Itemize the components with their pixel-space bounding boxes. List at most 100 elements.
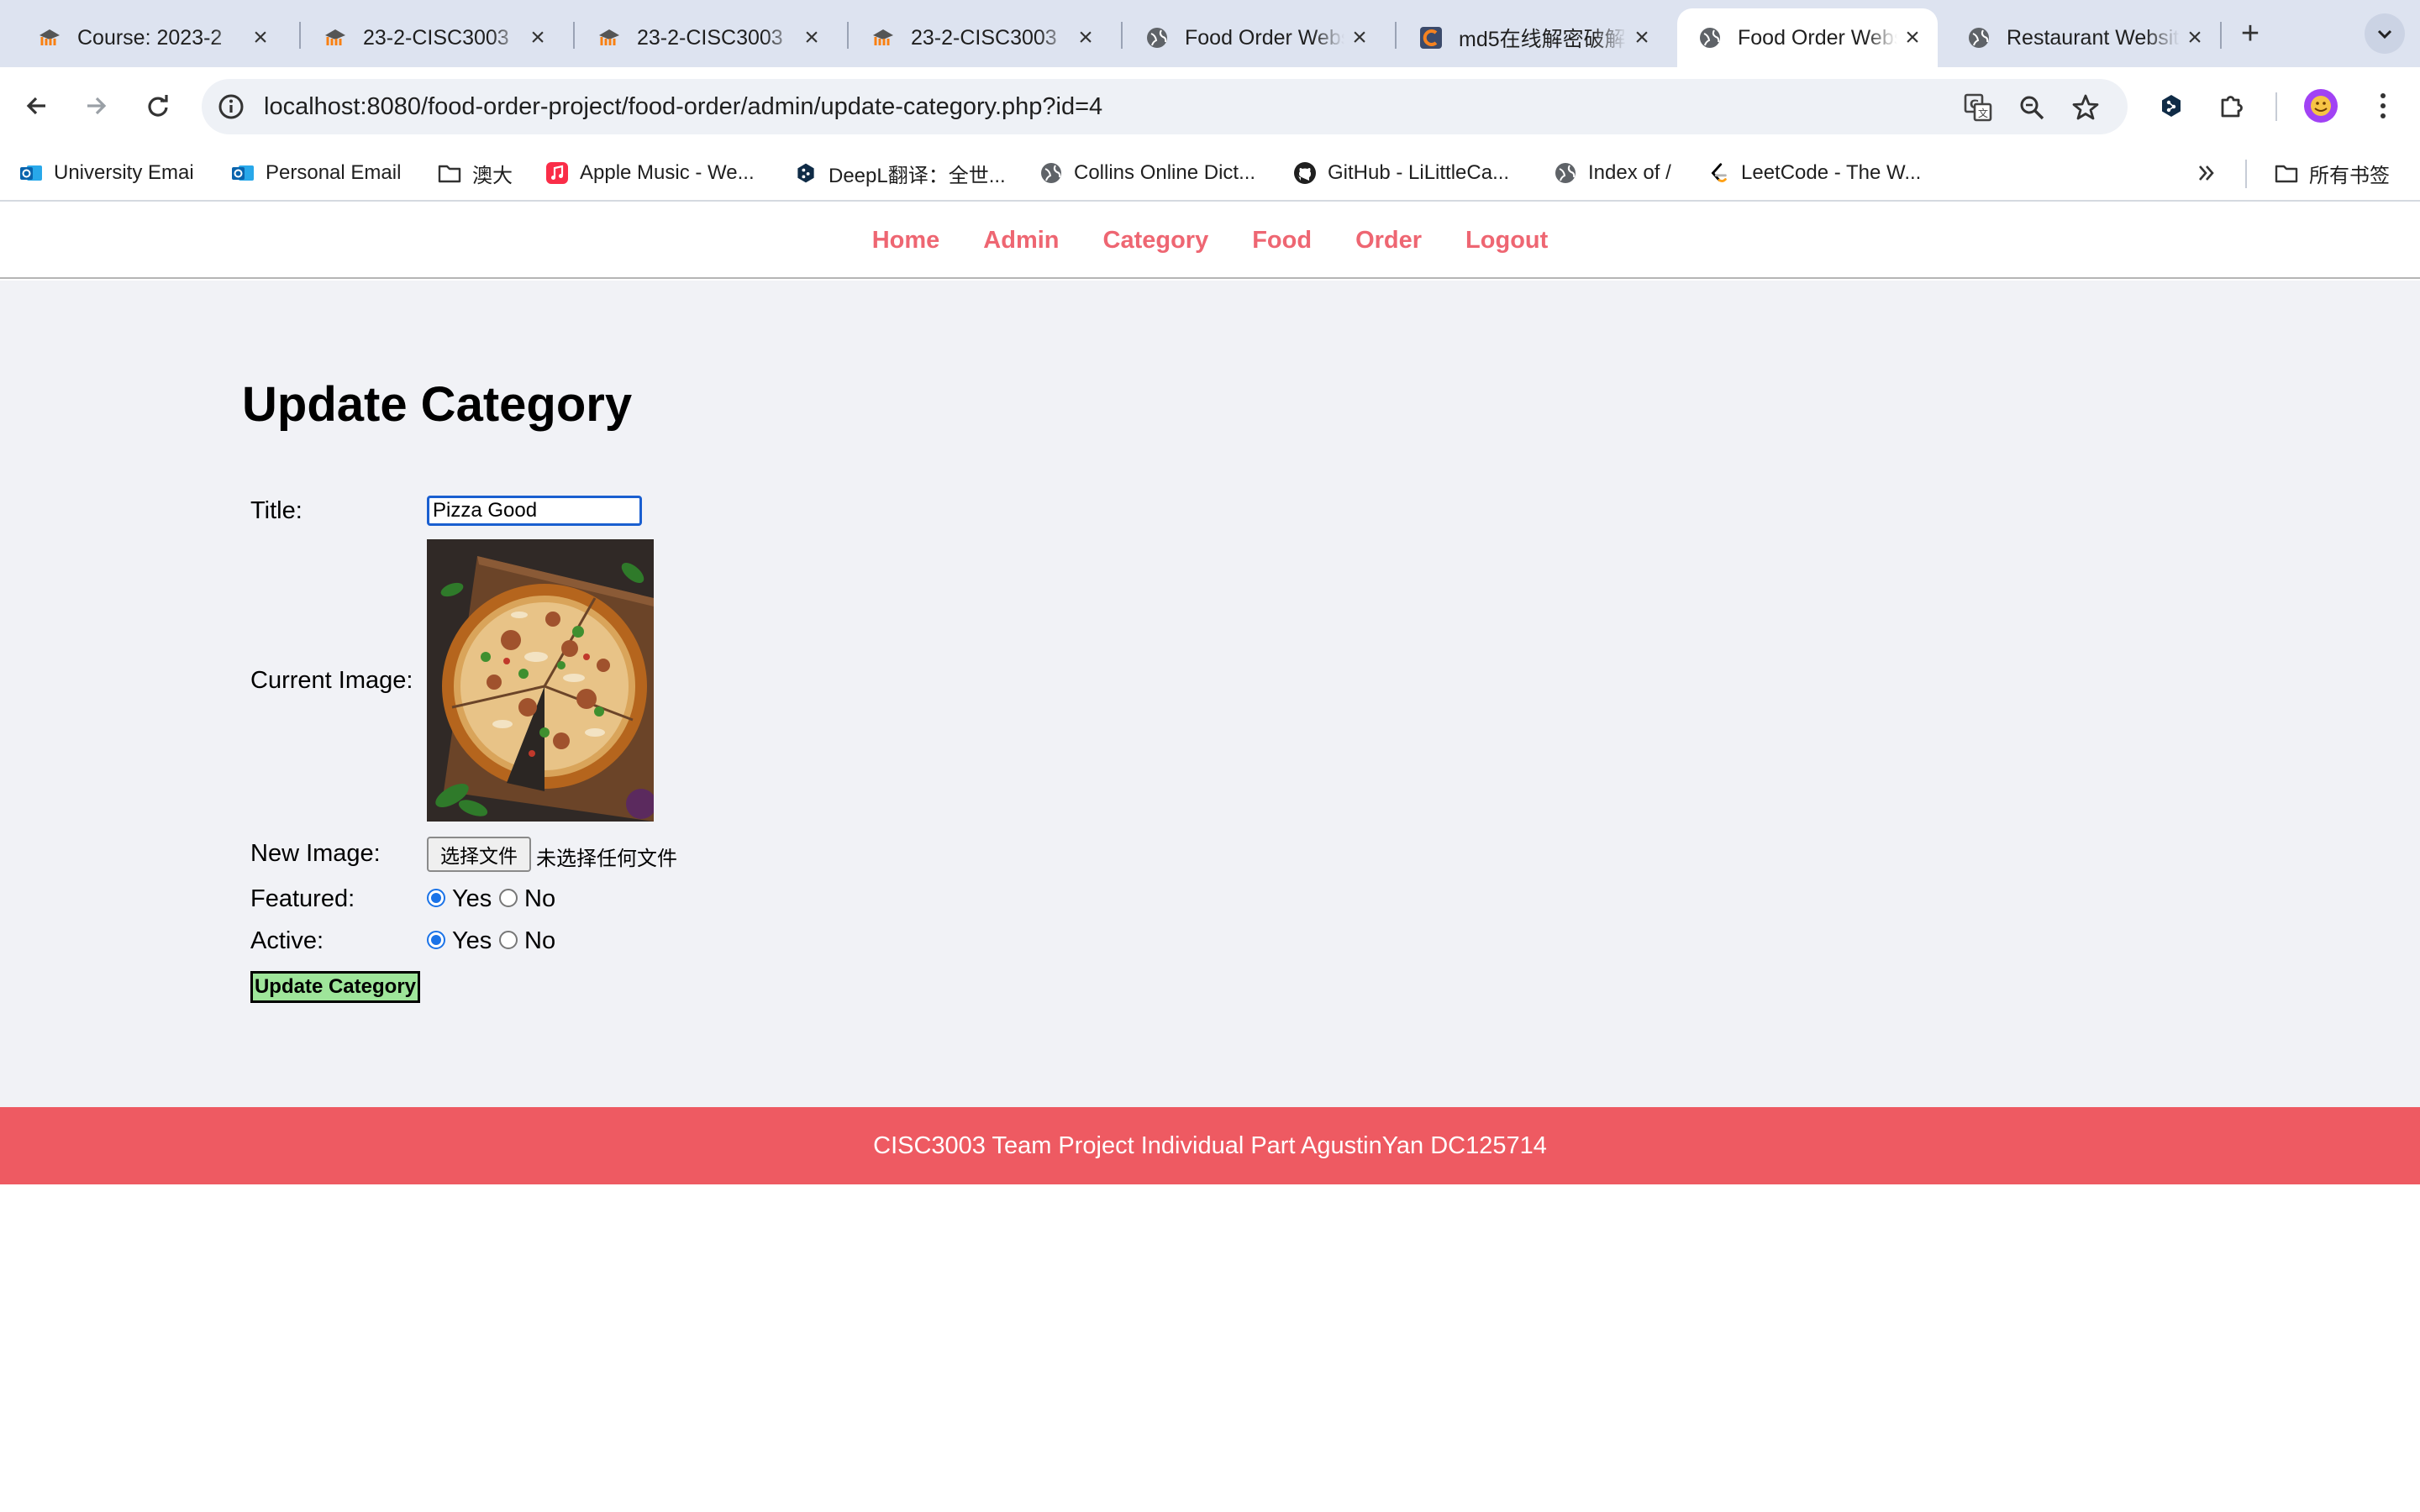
choose-file-button[interactable]: 选择文件	[427, 837, 531, 872]
featured-no-label: No	[524, 885, 556, 912]
forward-button[interactable]	[76, 86, 116, 126]
close-icon[interactable]: ×	[2180, 23, 2210, 53]
admin-nav-menu: Home Admin Category Food Order Logout	[0, 203, 2420, 279]
double-chevron-right-icon	[2199, 165, 2214, 181]
cmd5-icon	[1418, 25, 1444, 50]
close-icon[interactable]: ×	[1071, 23, 1101, 53]
svg-text:文: 文	[1978, 107, 1988, 119]
reload-button[interactable]	[138, 86, 178, 126]
outlook-icon	[230, 160, 255, 186]
page-viewport: Home Admin Category Food Order Logout Up…	[0, 203, 2420, 1512]
folder-icon	[2274, 160, 2299, 186]
close-icon[interactable]: ×	[1897, 23, 1928, 53]
bookmark-label: Personal Email	[266, 161, 402, 184]
bookmark-index[interactable]: Index of /	[1553, 155, 1671, 192]
globe-icon	[1697, 25, 1723, 50]
page-title: Update Category	[242, 377, 633, 432]
tab-restaurant[interactable]: Restaurant Website ×	[1946, 8, 2220, 67]
nav-home-link[interactable]: Home	[872, 227, 940, 255]
nav-food-link[interactable]: Food	[1252, 227, 1312, 255]
browser-menu-button[interactable]	[2363, 86, 2403, 126]
tab-title: md5在线解密破解	[1459, 28, 1626, 51]
back-arrow-icon	[26, 97, 45, 115]
all-bookmarks-label: 所有书签	[2309, 164, 2390, 187]
address-bar[interactable]: localhost:8080/food-order-project/food-o…	[202, 79, 2128, 134]
github-icon	[1292, 160, 1318, 186]
bookmark-folder-macau[interactable]: 澳大	[437, 155, 513, 192]
tab-search-button[interactable]	[2365, 13, 2405, 54]
avatar-icon	[2304, 89, 2338, 123]
back-button[interactable]	[17, 86, 57, 126]
zoom-icon[interactable]	[2015, 91, 2049, 124]
close-icon[interactable]: ×	[797, 23, 827, 53]
footer-text: CISC3003 Team Project Individual Part Ag…	[873, 1131, 1547, 1159]
profile-avatar[interactable]	[2301, 86, 2341, 126]
all-bookmarks-folder[interactable]: 所有书签	[2274, 155, 2390, 192]
tab-cisc3003-3[interactable]: 23-2-CISC3003 ×	[850, 8, 1111, 67]
active-yes-radio[interactable]	[427, 931, 445, 949]
outlook-icon	[18, 160, 44, 186]
bookmark-label: GitHub - LiLittleCa...	[1328, 161, 1510, 184]
nav-order-link[interactable]: Order	[1355, 227, 1422, 255]
close-icon[interactable]: ×	[1627, 23, 1657, 53]
globe-icon	[1039, 160, 1064, 186]
bookmark-label: LeetCode - The W...	[1741, 161, 1922, 184]
close-icon[interactable]: ×	[523, 23, 553, 53]
reload-icon	[148, 95, 168, 117]
update-category-button[interactable]: Update Category	[250, 971, 420, 1003]
chevron-down-icon	[2377, 29, 2392, 39]
close-icon[interactable]: ×	[245, 23, 276, 53]
tab-title: Course: 2023-2	[77, 25, 223, 50]
bookmark-label: DeepL翻译：全世...	[829, 164, 1006, 187]
bookmark-star-icon[interactable]	[2069, 91, 2102, 124]
tab-title: Restaurant Website	[2007, 25, 2180, 50]
new-tab-button[interactable]: +	[2232, 15, 2269, 52]
tab-course[interactable]: Course: 2023-2 ×	[17, 8, 286, 67]
nav-admin-link[interactable]: Admin	[983, 227, 1059, 255]
globe-icon	[1144, 25, 1170, 50]
title-input[interactable]	[427, 496, 642, 526]
forward-arrow-icon	[87, 97, 107, 115]
extensions-puzzle-icon[interactable]	[2212, 86, 2252, 126]
url-text[interactable]: localhost:8080/food-order-project/food-o…	[264, 79, 1102, 134]
bookmark-collins[interactable]: Collins Online Dict...	[1039, 155, 1255, 192]
featured-label: Featured:	[250, 885, 355, 912]
featured-no-radio[interactable]	[499, 889, 518, 907]
bookmark-personal-email[interactable]: Personal Email	[230, 155, 401, 192]
tab-md5[interactable]: md5在线解密破解 ×	[1398, 8, 1667, 67]
tab-divider	[2220, 22, 2222, 49]
bookmarks-bar: University Emai Personal Email 澳大 Apple …	[0, 144, 2420, 202]
tab-divider	[573, 22, 575, 49]
tab-divider	[847, 22, 849, 49]
browser-toolbar: localhost:8080/food-order-project/food-o…	[0, 67, 2420, 144]
current-category-image	[427, 539, 654, 822]
deepl-icon	[793, 160, 818, 186]
bookmark-deepl[interactable]: DeepL翻译：全世...	[793, 155, 1006, 192]
active-no-radio[interactable]	[499, 931, 518, 949]
bookmark-github[interactable]: GitHub - LiLittleCa...	[1292, 155, 1509, 192]
bookmarks-overflow-button[interactable]	[2195, 155, 2218, 192]
tab-food-order-active[interactable]: Food Order Website ×	[1677, 8, 1938, 67]
tab-title: 23-2-CISC3003	[637, 25, 783, 50]
nav-logout-link[interactable]: Logout	[1465, 227, 1548, 255]
tab-food-order-1[interactable]: Food Order Website ×	[1124, 8, 1385, 67]
translate-icon[interactable]: G文	[1961, 91, 1995, 124]
bookmark-apple-music[interactable]: Apple Music - We...	[544, 155, 755, 192]
close-icon[interactable]: ×	[1344, 23, 1375, 53]
leetcode-icon	[1706, 160, 1731, 186]
moodle-icon	[37, 25, 62, 50]
bookmark-label: 澳大	[472, 164, 513, 187]
featured-yes-radio[interactable]	[427, 889, 445, 907]
bookmark-label: University Emai	[54, 161, 194, 184]
tab-divider	[1121, 22, 1123, 49]
moodle-icon	[597, 25, 622, 50]
bookmark-university-email[interactable]: University Emai	[18, 155, 194, 192]
extension-deepl-icon[interactable]	[2151, 86, 2191, 126]
bookmark-leetcode[interactable]: LeetCode - The W...	[1706, 155, 1921, 192]
tab-cisc3003-1[interactable]: 23-2-CISC3003 ×	[302, 8, 563, 67]
nav-category-link[interactable]: Category	[1103, 227, 1209, 255]
site-info-icon[interactable]	[213, 89, 249, 124]
bookmark-label: Apple Music - We...	[580, 161, 755, 184]
tab-title: Food Order Website	[1185, 25, 1344, 50]
tab-cisc3003-2[interactable]: 23-2-CISC3003 ×	[576, 8, 837, 67]
